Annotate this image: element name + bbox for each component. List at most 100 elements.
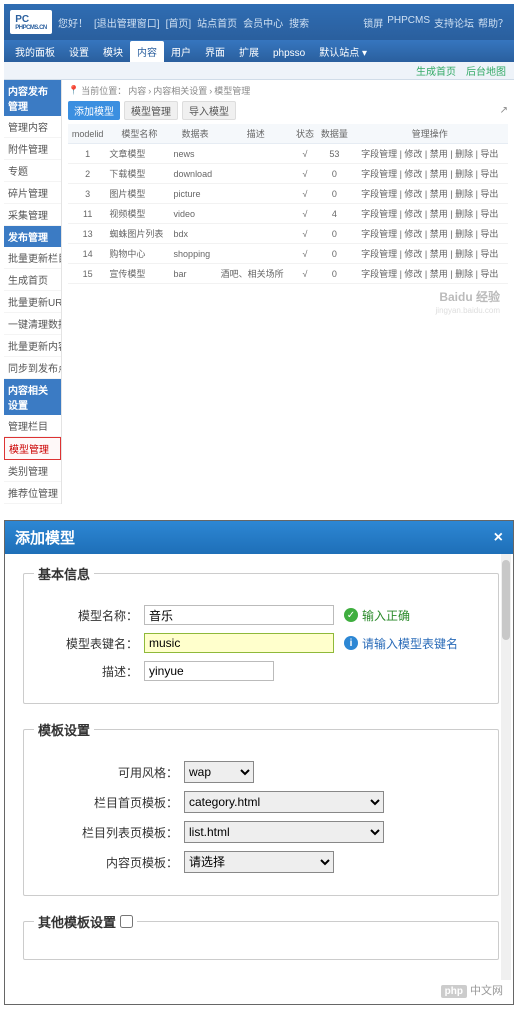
sidebar-item[interactable]: 类别管理 [4, 460, 61, 482]
logout-link[interactable]: [退出管理窗口] [94, 15, 160, 30]
sidebar-item[interactable]: 碎片管理 [4, 182, 61, 204]
topbar-links: 您好！ [退出管理窗口] [首页] 站点首页 会员中心 搜索 [58, 15, 363, 30]
footer-brand: php 中文网 [5, 980, 513, 1004]
site-home-link[interactable]: 站点首页 [197, 15, 237, 30]
label-desc: 描述： [34, 663, 144, 680]
model-name-input[interactable] [144, 605, 334, 625]
manage-model-button[interactable]: 模型管理 [124, 101, 178, 120]
home-link[interactable]: [首页] [166, 15, 192, 30]
topbar: PCPHPCMS.CN 您好！ [退出管理窗口] [首页] 站点首页 会员中心 … [4, 4, 514, 40]
col-header: 管理操作 [351, 124, 508, 144]
fieldset-other: 其他模板设置 [23, 912, 499, 960]
table-row: 3图片模型picture√0字段管理 | 修改 | 禁用 | 删除 | 导出 [68, 184, 508, 204]
help-link[interactable]: 帮助？ [478, 15, 508, 30]
gen-home-link[interactable]: 生成首页 [416, 63, 456, 78]
table-row: 11视频模型video√4字段管理 | 修改 | 禁用 | 删除 | 导出 [68, 204, 508, 224]
sidebar-item[interactable]: 生成首页 [4, 269, 61, 291]
welcome-text: 您好！ [58, 15, 88, 30]
hint-table-info: i 请输入模型表键名 [344, 635, 458, 652]
show-tpl-select[interactable]: 请选择 [184, 851, 334, 873]
sidebar-item[interactable]: 批量更新栏目页 [4, 247, 61, 269]
member-center-link[interactable]: 会员中心 [243, 15, 283, 30]
nav-tab-6[interactable]: 扩展 [232, 41, 266, 62]
row-ops[interactable]: 字段管理 | 修改 | 禁用 | 删除 | 导出 [351, 204, 508, 224]
col-header: 描述 [219, 124, 293, 144]
scrollbar-thumb[interactable] [502, 560, 510, 640]
add-model-button[interactable]: 添加模型 [68, 101, 120, 120]
label-style: 可用风格： [34, 764, 184, 781]
sidebar-item[interactable]: 管理内容 [4, 116, 61, 138]
side-head-settings: 内容相关设置 [4, 379, 61, 415]
row-ops[interactable]: 字段管理 | 修改 | 禁用 | 删除 | 导出 [351, 264, 508, 284]
sidebar-item[interactable]: 采集管理 [4, 204, 61, 226]
label-category-tpl: 栏目首页模板： [34, 794, 184, 811]
row-ops[interactable]: 字段管理 | 修改 | 禁用 | 删除 | 导出 [351, 244, 508, 264]
col-header: 状态 [293, 124, 317, 144]
sidebar-item[interactable]: 专题 [4, 160, 61, 182]
table-row: 1文章模型news√53字段管理 | 修改 | 禁用 | 删除 | 导出 [68, 144, 508, 164]
legend-other: 其他模板设置 [34, 912, 137, 931]
add-model-modal: 添加模型 × 基本信息 模型名称： ✓ 输入正确 模型表键名： i 请输入模型表… [4, 520, 514, 1005]
lock-link[interactable]: 锁屏 [363, 15, 383, 30]
main-nav: 我的面板设置模块内容用户界面扩展phpsso默认站点 ▾ [4, 40, 514, 62]
other-template-checkbox[interactable] [120, 915, 133, 928]
sitemap-link[interactable]: 后台地图 [466, 63, 506, 78]
forum-link[interactable]: 支持论坛 [434, 15, 474, 30]
legend-template: 模板设置 [34, 720, 94, 739]
modal-title-text: 添加模型 [15, 527, 75, 548]
watermark: Baidu 经验 jingyan.baidu.com [68, 284, 508, 318]
col-header: 数据量 [317, 124, 351, 144]
row-ops[interactable]: 字段管理 | 修改 | 禁用 | 删除 | 导出 [351, 144, 508, 164]
label-list-tpl: 栏目列表页模板： [34, 824, 184, 841]
label-show-tpl: 内容页模板： [34, 854, 184, 871]
import-model-button[interactable]: 导入模型 [182, 101, 236, 120]
sidebar-item[interactable]: 一键清理数据 [4, 313, 61, 335]
scrollbar[interactable] [501, 554, 511, 980]
row-ops[interactable]: 字段管理 | 修改 | 禁用 | 删除 | 导出 [351, 164, 508, 184]
sidebar-item[interactable]: 批量更新内容页 [4, 335, 61, 357]
nav-tab-4[interactable]: 用户 [164, 41, 198, 62]
phpcms-link[interactable]: PHPCMS [387, 15, 430, 30]
row-ops[interactable]: 字段管理 | 修改 | 禁用 | 删除 | 导出 [351, 224, 508, 244]
sidebar-item[interactable]: 管理栏目 [4, 415, 61, 437]
modal-titlebar: 添加模型 × [5, 521, 513, 554]
nav-tab-5[interactable]: 界面 [198, 41, 232, 62]
nav-tab-3[interactable]: 内容 [130, 41, 164, 62]
sidebar-item[interactable]: 模型管理 [4, 437, 61, 460]
info-icon: i [344, 636, 358, 650]
nav-tab-1[interactable]: 设置 [62, 41, 96, 62]
col-header: 数据表 [172, 124, 219, 144]
sidebar-item[interactable]: 批量更新URL [4, 291, 61, 313]
nav-tab-8[interactable]: 默认站点 ▾ [312, 41, 374, 62]
nav-tab-2[interactable]: 模块 [96, 41, 130, 62]
php-badge: php [441, 985, 467, 998]
list-tpl-select[interactable]: list.html [184, 821, 384, 843]
breadcrumb: 📍当前位置： 内容 › 内容相关设置 › 模型管理 [68, 84, 508, 97]
sidebar-item[interactable]: 同步到发布点 [4, 357, 61, 379]
export-icon[interactable]: ↗ [500, 105, 508, 116]
style-select[interactable]: wap [184, 761, 254, 783]
check-icon: ✓ [344, 608, 358, 622]
row-ops[interactable]: 字段管理 | 修改 | 禁用 | 删除 | 导出 [351, 184, 508, 204]
nav-tab-0[interactable]: 我的面板 [8, 41, 62, 62]
sidebar-item[interactable]: 附件管理 [4, 138, 61, 160]
label-model-name: 模型名称： [34, 607, 144, 624]
table-row: 2下载模型download√0字段管理 | 修改 | 禁用 | 删除 | 导出 [68, 164, 508, 184]
admin-panel: PCPHPCMS.CN 您好！ [退出管理窗口] [首页] 站点首页 会员中心 … [4, 4, 514, 504]
desc-input[interactable] [144, 661, 274, 681]
modal-body: 基本信息 模型名称： ✓ 输入正确 模型表键名： i 请输入模型表键名 描述： [5, 554, 513, 980]
search-link[interactable]: 搜索 [289, 15, 309, 30]
category-tpl-select[interactable]: category.html [184, 791, 384, 813]
nav-tab-7[interactable]: phpsso [266, 45, 312, 62]
sidebar-item[interactable]: 推荐位管理 [4, 482, 61, 504]
content-area: 📍当前位置： 内容 › 内容相关设置 › 模型管理 添加模型 模型管理 导入模型… [62, 80, 514, 504]
table-key-input[interactable] [144, 633, 334, 653]
topbar-right: 锁屏 PHPCMS 支持论坛 帮助？ [363, 15, 508, 30]
table-row: 14购物中心shopping√0字段管理 | 修改 | 禁用 | 删除 | 导出 [68, 244, 508, 264]
close-icon[interactable]: × [494, 529, 503, 547]
legend-basic: 基本信息 [34, 564, 94, 583]
body-row: 内容发布管理 管理内容附件管理专题碎片管理采集管理 发布管理 批量更新栏目页生成… [4, 80, 514, 504]
hint-name-ok: ✓ 输入正确 [344, 607, 410, 624]
col-header: modelid [68, 124, 107, 144]
logo: PCPHPCMS.CN [10, 10, 52, 34]
